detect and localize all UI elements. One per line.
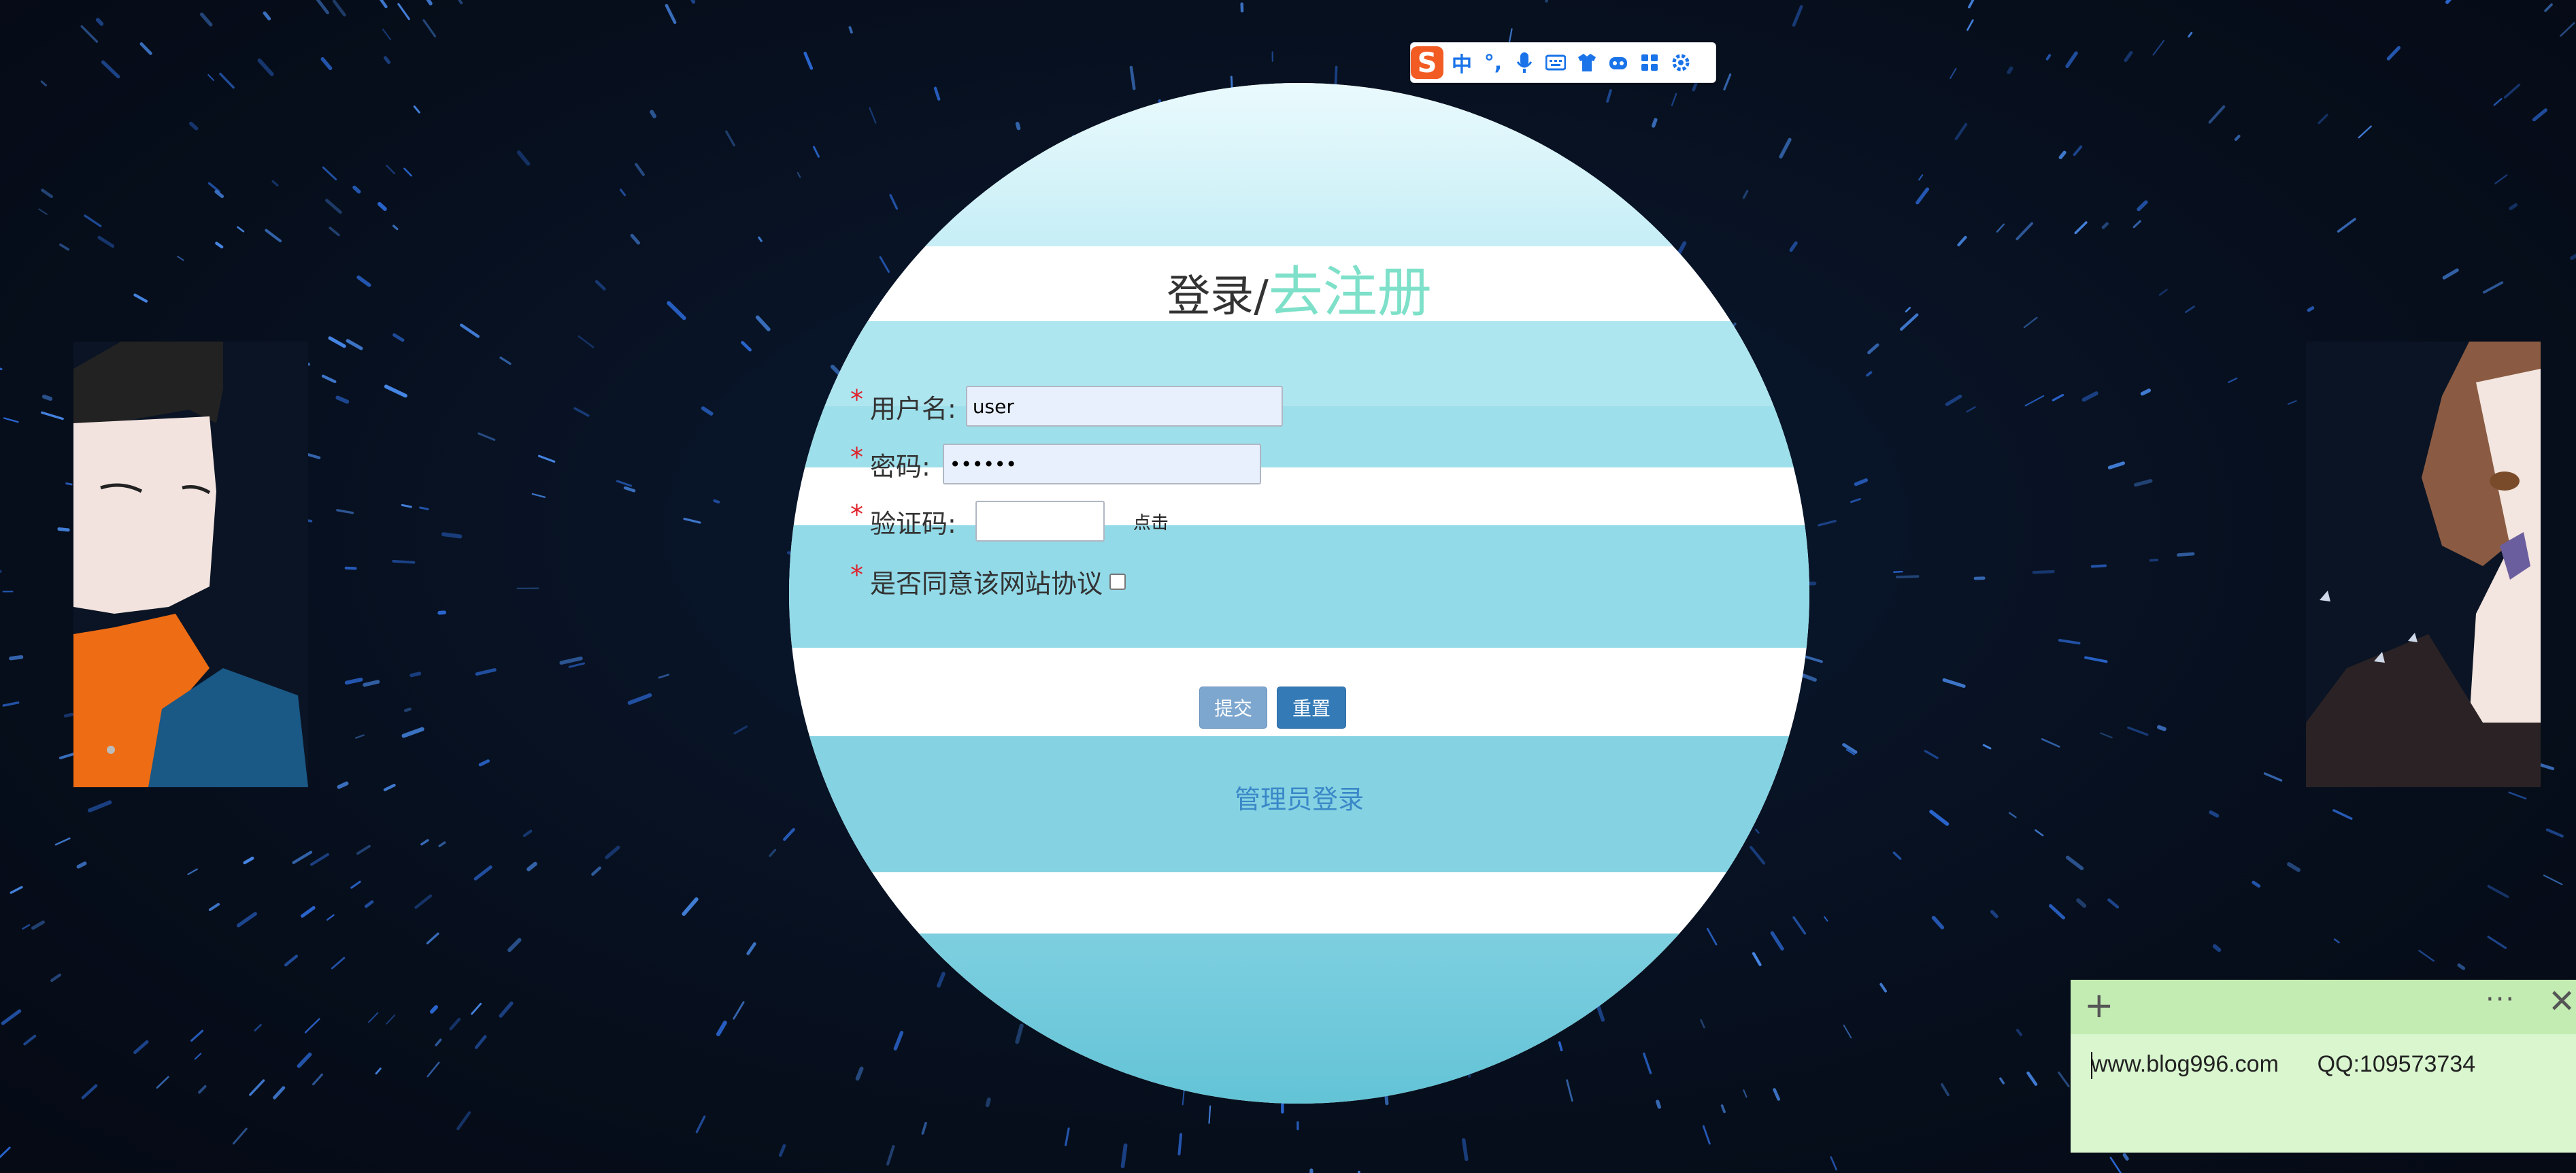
apps-icon[interactable] [1634,47,1665,78]
login-title: 登录/ [1167,271,1269,322]
right-character-image [2306,342,2541,787]
sticky-note-text[interactable]: www.blog996.com QQ:109573734 [2091,1051,2476,1080]
reset-button[interactable]: 重置 [1277,687,1346,729]
ime-toolbar[interactable]: S 中 °, [1410,42,1716,83]
login-panel: 登录/去注册 * 用户名: * 密码: * 验证码: 点击 * 是否同意该网站协… [789,83,1809,1104]
captcha-label: 验证码: [870,508,956,539]
password-input[interactable] [942,444,1261,484]
keyboard-icon[interactable] [1540,47,1571,78]
sticky-note[interactable]: + ··· ✕ www.blog996.com QQ:109573734 [2071,980,2576,1153]
captcha-click-button[interactable]: 点击 [1133,509,1169,534]
username-row: * 用户名: [850,384,1283,427]
register-link[interactable]: 去注册 [1269,261,1432,324]
settings-icon[interactable] [1665,47,1696,78]
required-mark: * [850,559,863,590]
submit-button[interactable]: 提交 [1199,687,1267,729]
sticky-note-header: + ··· ✕ [2071,980,2576,1034]
add-icon[interactable]: + [2084,985,2114,1026]
password-label: 密码: [870,451,931,482]
username-label: 用户名: [870,393,956,424]
page-title: 登录/去注册 [789,248,1809,327]
username-input[interactable] [965,386,1283,427]
punctuation-icon[interactable]: °, [1477,47,1509,78]
more-options-icon[interactable]: ··· [2486,984,2515,1015]
svg-text:S: S [1418,48,1437,79]
mic-icon[interactable] [1509,47,1540,78]
left-character-image [73,342,308,787]
robot-icon[interactable] [1603,47,1634,78]
agree-label: 是否同意该网站协议 [870,569,1103,599]
sogou-logo-icon[interactable]: S [1408,44,1446,82]
captcha-input[interactable] [975,501,1105,542]
note-content: www.blog996.com QQ:109573734 [2091,1051,2476,1077]
close-icon[interactable]: ✕ [2548,982,2575,1021]
agree-row: * 是否同意该网站协议 [850,559,1126,600]
skin-icon[interactable] [1571,47,1603,78]
required-mark: * [850,499,863,529]
admin-login-link[interactable]: 管理员登录 [789,778,1809,816]
chinese-mode-icon[interactable]: 中 [1446,47,1477,78]
required-mark: * [850,442,863,472]
agree-checkbox[interactable] [1109,573,1126,590]
password-row: * 密码: [850,442,1261,484]
required-mark: * [850,384,863,414]
captcha-row: * 验证码: 点击 [850,499,1169,542]
